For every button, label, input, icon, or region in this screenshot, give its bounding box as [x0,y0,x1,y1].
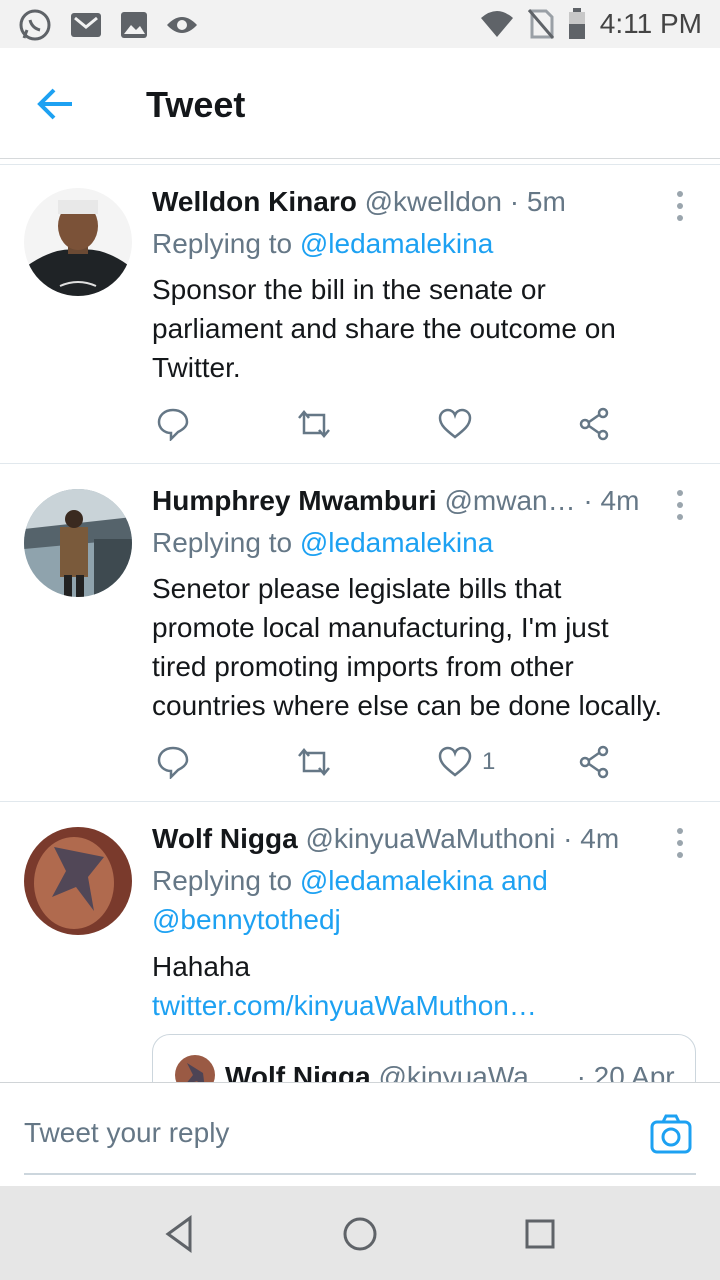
nav-back-icon[interactable] [160,1214,200,1254]
avatar[interactable] [24,489,132,597]
tweet-actions [152,404,632,444]
tweet-time: · 5m [501,186,566,217]
retweet-button[interactable] [296,742,332,782]
image-icon [121,12,147,38]
tweet-text-line: Twitter. [152,352,241,383]
wifi-icon [480,11,513,37]
page-title: Tweet [146,84,246,125]
tweet-text-line: Hahaha [152,951,251,982]
replying-to: Replying to @ledamalekina [152,228,493,260]
eye-icon [167,17,197,33]
system-nav-bar [0,1186,720,1280]
mention-link[interactable]: @ledamalekina [300,527,493,558]
reply-icon [157,408,189,441]
share-icon [579,407,609,441]
tweet-actions: 1 [152,742,632,782]
reply-icon [157,746,189,779]
tweet-text: Sponsor the bill in the senate or parlia… [152,270,696,387]
retweet-icon [298,410,330,438]
tweet-link[interactable]: twitter.com/kinyuaWaMuthon… [152,986,696,1025]
tweet-header: Humphrey Mwamburi @mwan… · 4m [152,485,640,517]
divider [0,463,720,464]
replying-prefix: Replying to [152,228,300,259]
status-bar: 4:11 PM [0,0,720,48]
heart-icon [438,746,472,777]
tweet-text-line: tired promoting imports from other [152,651,574,682]
mention-link[interactable]: @bennytothedj [152,904,341,935]
nav-recents-icon[interactable] [520,1214,560,1254]
retweet-button[interactable] [296,404,332,444]
camera-icon[interactable] [650,1113,692,1155]
reply-input-underline [24,1173,696,1175]
tweet-time: · 4m [555,823,620,854]
divider [0,164,720,165]
tweet-text-line: Senetor please legislate bills that [152,573,562,604]
share-button[interactable] [578,404,612,444]
reply-button[interactable] [156,742,190,782]
replying-to: Replying to @ledamalekina [152,527,493,559]
author-handle[interactable]: @mwan… [444,485,575,516]
like-button[interactable]: 1 [438,742,495,782]
avatar[interactable] [24,827,132,935]
more-options-icon[interactable] [668,485,692,525]
mention-link[interactable]: @ledamalekina and [300,865,548,896]
share-button[interactable] [578,742,612,782]
avatar[interactable] [24,188,132,296]
mention-link[interactable]: @ledamalekina [300,228,493,259]
status-time: 4:11 PM [599,8,702,39]
tweet[interactable]: Humphrey Mwamburi @mwan… · 4m Replying t… [0,465,720,802]
author-handle[interactable]: @kwelldon [365,186,502,217]
tweet[interactable]: Welldon Kinaro @kwelldon · 5m Replying t… [0,166,720,464]
like-count: 1 [482,748,496,775]
replying-to: Replying to @ledamalekina and [152,865,548,897]
author-name[interactable]: Humphrey Mwamburi [152,485,437,516]
status-bar-system: 4:11 PM [480,8,702,40]
tweet-text-line: countries where else can be done locally… [152,690,663,721]
tweet-text-line: Sponsor the bill in the senate or [152,274,546,305]
status-bar-notifications [18,8,198,42]
reply-input[interactable]: Tweet your reply [24,1117,229,1149]
divider [0,801,720,802]
whatsapp-icon [19,9,51,41]
author-name[interactable]: Wolf Nigga [152,823,298,854]
battery-icon [568,8,585,39]
reply-composer: Tweet your reply [0,1082,720,1187]
share-icon [579,745,609,779]
tweet-time: · 4m [575,485,640,516]
app-bar: Tweet [0,48,720,158]
replying-to-continued: @bennytothedj [152,904,341,936]
author-handle[interactable]: @kinyuaWaMuthoni [305,823,555,854]
replying-prefix: Replying to [152,527,300,558]
no-sim-icon [527,9,554,39]
tweet-text: Senetor please legislate bills that prom… [152,569,704,725]
nav-home-icon[interactable] [340,1214,380,1254]
gmail-icon [71,13,101,37]
tweet-text: Hahaha twitter.com/kinyuaWaMuthon… [152,947,696,1025]
replying-prefix: Replying to [152,865,300,896]
more-options-icon[interactable] [668,823,692,863]
divider [0,158,720,159]
more-options-icon[interactable] [668,186,692,226]
tweet-text-line: parliament and share the outcome on [152,313,616,344]
reply-button[interactable] [156,404,190,444]
tweet-header: Welldon Kinaro @kwelldon · 5m [152,186,640,218]
back-arrow-icon[interactable] [36,84,76,124]
retweet-icon [298,748,330,776]
tweet-header: Wolf Nigga @kinyuaWaMuthoni · 4m [152,823,640,855]
like-button[interactable] [438,404,482,444]
author-name[interactable]: Welldon Kinaro [152,186,357,217]
heart-icon [438,408,472,439]
tweet-text-line: promote local manufacturing, I'm just [152,612,609,643]
